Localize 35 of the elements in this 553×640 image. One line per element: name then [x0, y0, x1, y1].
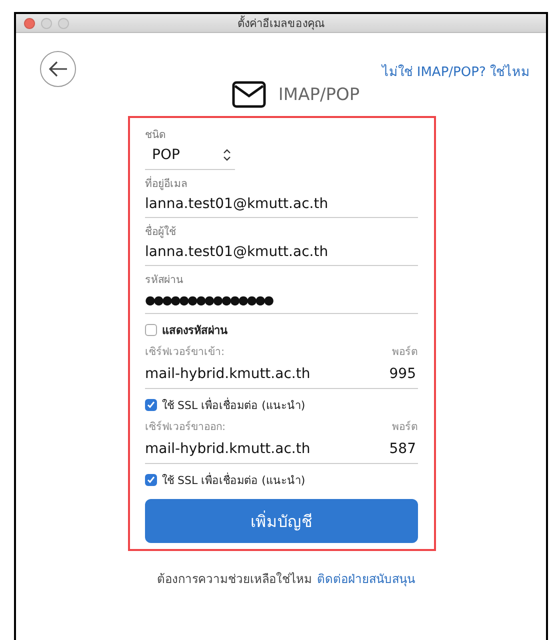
checkbox[interactable]: [145, 324, 157, 336]
chevron-updown-icon: [223, 149, 231, 161]
port-field[interactable]: 995: [389, 366, 416, 382]
check-icon: [147, 401, 155, 409]
back-button[interactable]: [40, 51, 76, 87]
checkbox[interactable]: [145, 474, 157, 486]
field-label: ชื่อผู้ใช้: [145, 223, 177, 240]
type-select[interactable]: POP: [145, 143, 235, 170]
server-host-field[interactable]: mail-hybrid.kmutt.ac.th: [145, 366, 310, 382]
checkbox[interactable]: [145, 399, 157, 411]
account-type-title: IMAP/POP: [278, 84, 360, 104]
text-field[interactable]: lanna.test01@kmutt.ac.th: [145, 240, 418, 266]
field-label: รหัสผ่าน: [145, 273, 184, 288]
window-title: ตั้งค่าอีเมลของคุณ: [238, 14, 324, 32]
field-label: ที่อยู่อีเมล: [145, 175, 188, 192]
back-arrow-icon: [48, 60, 68, 78]
server-label: เซิร์ฟเวอร์ขาออก:: [145, 420, 226, 435]
server-host-field[interactable]: mail-hybrid.kmutt.ac.th: [145, 441, 310, 457]
checkbox-label: ใช้ SSL เพื่อเชื่อมต่อ (แนะนำ): [162, 396, 306, 414]
add-account-button[interactable]: เพิ่มบัญชี: [145, 499, 418, 543]
mail-icon: [232, 81, 266, 108]
checkbox-label: แสดงรหัสผ่าน: [162, 323, 228, 339]
switch-type-link[interactable]: ไม่ใช่ IMAP/POP? ใช่ไหม: [382, 61, 530, 82]
field-label: ชนิด: [145, 128, 167, 143]
checkbox-label: ใช้ SSL เพื่อเชื่อมต่อ (แนะนำ): [162, 472, 306, 489]
check-icon: [147, 476, 155, 484]
server-label: เซิร์ฟเวอร์ขาเข้า:: [145, 344, 225, 360]
port-label: พอร์ต: [392, 344, 418, 360]
port-field[interactable]: 587: [389, 441, 416, 457]
help-text: ต้องการความช่วยเหลือใช่ไหม: [157, 571, 312, 588]
support-link[interactable]: ติดต่อฝ่ายสนับสนุน: [317, 569, 415, 588]
text-field[interactable]: lanna.test01@kmutt.ac.th: [145, 192, 418, 218]
close-button[interactable]: [24, 18, 35, 29]
port-label: พอร์ต: [392, 420, 418, 435]
password-field[interactable]: ●●●●●●●●●●●●●●●: [145, 288, 418, 314]
